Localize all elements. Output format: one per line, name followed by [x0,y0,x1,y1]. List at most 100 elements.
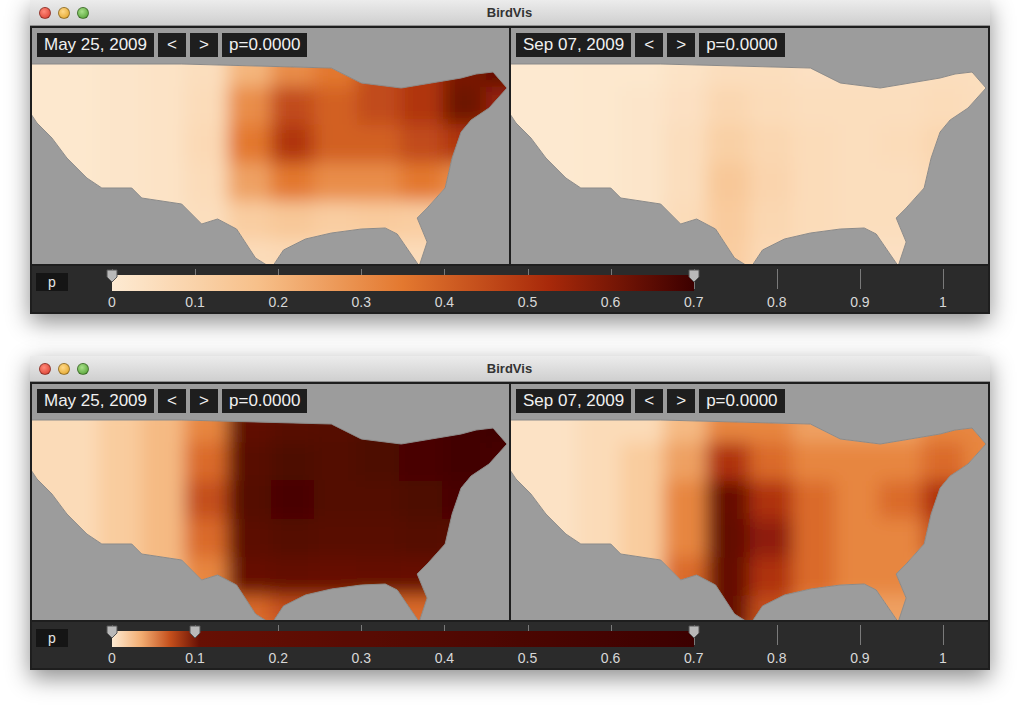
date-label: Sep 07, 2009 [516,389,631,413]
heat-cell [486,404,509,443]
heat-cell [793,163,837,202]
next-button[interactable]: > [190,33,218,57]
heat-cell [32,519,56,558]
slider-handle-icon[interactable] [106,625,118,639]
tick-line [943,269,944,289]
heat-cell [965,201,988,240]
window-body: May 25, 2009 < > p=0.0000 Sep 07, 2009 <… [30,382,990,670]
tick-label: 0.2 [268,650,287,666]
us-map[interactable] [32,384,509,620]
next-button[interactable]: > [190,389,218,413]
colorbar-track[interactable]: 00.10.20.30.40.50.60.70.80.91 [112,622,943,668]
us-map[interactable] [511,28,988,264]
heat-cell [620,86,664,125]
heat-cell [922,48,966,87]
slider-handle-icon[interactable] [688,269,700,283]
tick-label: 0.1 [185,650,204,666]
minimize-button[interactable] [58,7,70,19]
date-label: May 25, 2009 [37,389,154,413]
heat-cell [577,163,621,202]
map-panel[interactable]: Sep 07, 2009 < > p=0.0000 [511,28,988,264]
heat-cell [534,86,578,125]
tick-label: 0.8 [767,650,786,666]
heat-cell [577,557,621,596]
tick-line [777,269,778,289]
heat-cell [663,125,707,164]
tick-label: 0.3 [352,294,371,310]
heat-cell [836,48,880,87]
heat-cell [706,125,750,164]
colorbar-track[interactable]: 00.10.20.30.40.50.60.70.80.91 [112,266,943,312]
us-map[interactable] [32,28,509,264]
close-button[interactable] [39,7,51,19]
heat-cell [141,442,185,481]
title-bar[interactable]: BirdVis [30,0,990,26]
colorbar-strip: p 00.10.20.30.40.50.60.70.80.91 [32,622,988,668]
map-panel[interactable]: May 25, 2009 < > p=0.0000 [32,28,509,264]
tick-label: 0.7 [684,650,703,666]
map-panel[interactable]: May 25, 2009 < > p=0.0000 [32,384,509,620]
heat-cell [577,125,621,164]
tick-label: 0.4 [435,650,454,666]
close-button[interactable] [39,363,51,375]
heat-cell [836,240,880,264]
heat-cell [443,201,487,240]
tick-label: 0.6 [601,650,620,666]
map-panel[interactable]: Sep 07, 2009 < > p=0.0000 [511,384,988,620]
us-map[interactable] [511,384,988,620]
heat-cell [706,201,750,240]
heat-cell [443,557,487,596]
heat-cell [314,596,358,620]
heat-cell [965,404,988,443]
heat-cell [706,481,750,520]
heat-cell [577,596,621,620]
prev-button[interactable]: < [635,33,663,57]
next-button[interactable]: > [667,389,695,413]
heat-cell [793,557,837,596]
heat-cell [793,125,837,164]
heat-cell [227,481,271,520]
heat-cell [32,201,56,240]
minimize-button[interactable] [58,363,70,375]
heat-cell [98,557,142,596]
heat-cell [511,557,535,596]
tick-line [777,625,778,645]
title-bar[interactable]: BirdVis [30,356,990,382]
next-button[interactable]: > [667,33,695,57]
heat-cell [314,86,358,125]
heat-cell [32,557,56,596]
zoom-button[interactable] [77,363,89,375]
tick-label: 0.7 [684,294,703,310]
heat-cell [706,163,750,202]
heat-cell [141,163,185,202]
tick-line [860,269,861,289]
map-controls: May 25, 2009 < > p=0.0000 [37,33,307,57]
heat-cell [271,442,315,481]
heat-cell [965,596,988,620]
heat-cell [32,86,56,125]
zoom-button[interactable] [77,7,89,19]
heat-cell [443,442,487,481]
heat-cell [443,404,487,443]
prev-button[interactable]: < [158,33,186,57]
heat-cell [750,519,794,558]
prev-button[interactable]: < [158,389,186,413]
heat-cell [400,481,444,520]
tick-label: 0.8 [767,294,786,310]
heat-cell [706,557,750,596]
heat-cell [879,86,923,125]
slider-handle-icon[interactable] [106,269,118,283]
prev-button[interactable]: < [635,389,663,413]
heat-cell [98,519,142,558]
heat-cell [271,86,315,125]
heat-cell [98,201,142,240]
slider-handle-icon[interactable] [189,625,201,639]
tick-label: 0.2 [268,294,287,310]
heat-cell [879,557,923,596]
heat-cell [965,442,988,481]
window-body: May 25, 2009 < > p=0.0000 Sep 07, 2009 <… [30,26,990,314]
slider-handle-icon[interactable] [688,625,700,639]
heat-cell [357,481,401,520]
tick-label: 0.6 [601,294,620,310]
tick-label: 0 [108,650,116,666]
